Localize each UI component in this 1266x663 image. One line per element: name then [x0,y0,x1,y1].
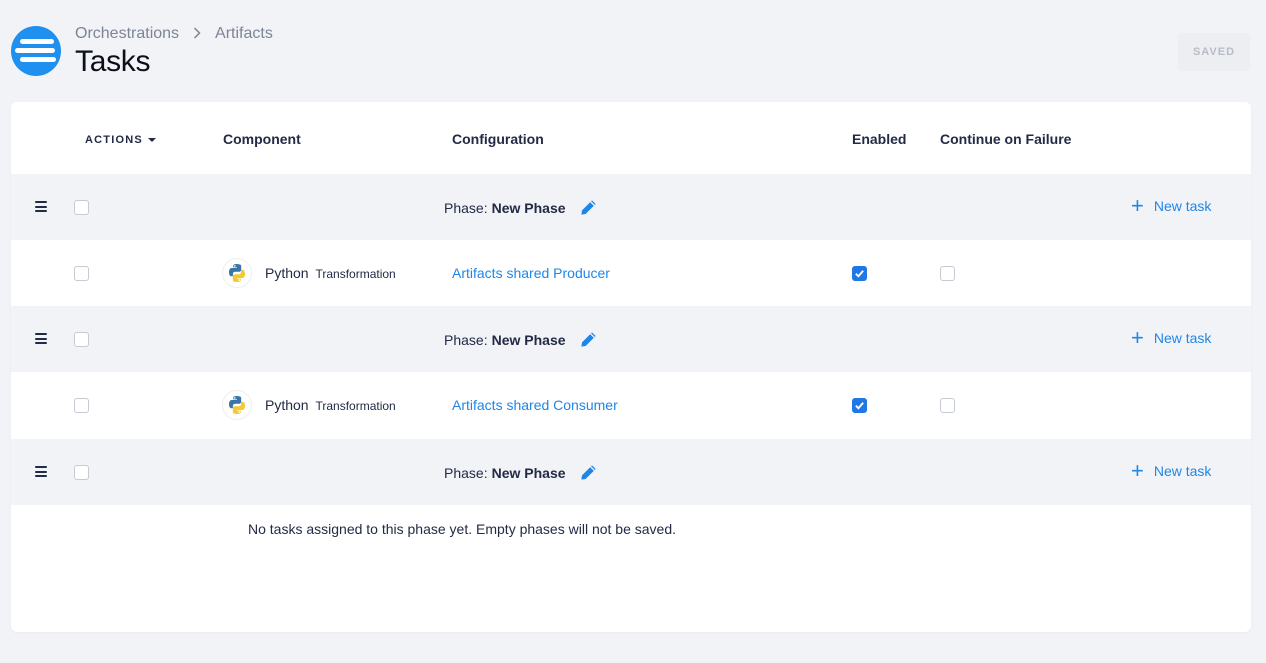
enabled-checkbox[interactable] [852,398,867,413]
page-header: Orchestrations Artifacts Tasks SAVED [0,0,1266,100]
component-type: Transformation [315,399,396,413]
actions-label: ACTIONS [85,134,143,146]
breadcrumb: Orchestrations Artifacts [75,25,273,43]
new-task-label: New task [1153,198,1212,214]
column-component: Component [223,131,301,147]
phase-row: Phase: New Phase + New task [11,174,1251,240]
table-header: ACTIONS Component Configuration Enabled … [11,102,1251,174]
component-title: Python [265,397,309,413]
caret-down-icon [147,138,156,142]
plus-icon: + [1131,458,1144,483]
enabled-checkbox[interactable] [852,266,867,281]
column-continue-on-failure: Continue on Failure [940,131,1072,147]
component-title: Python [265,265,309,281]
plus-icon: + [1131,193,1144,218]
checkmark-icon [855,402,864,410]
saved-button[interactable]: SAVED [1178,33,1250,71]
phase-prefix: Phase: [444,199,488,216]
configuration-link[interactable]: Artifacts shared Producer [452,265,610,281]
continue-on-failure-checkbox[interactable] [940,266,955,281]
new-task-button[interactable]: + New task [1131,325,1212,350]
component-name: Python Transformation [265,397,396,413]
task-select-checkbox[interactable] [74,398,89,413]
tasks-table-card: ACTIONS Component Configuration Enabled … [11,102,1251,632]
continue-on-failure-checkbox[interactable] [940,398,955,413]
task-row: Python Transformation Artifacts shared C… [11,372,1251,438]
phase-label: Phase: New Phase [444,464,597,481]
drag-handle-icon[interactable] [35,201,47,212]
phase-name: New Phase [491,199,566,216]
configuration-link[interactable]: Artifacts shared Consumer [452,397,618,413]
phase-select-checkbox[interactable] [74,465,89,480]
phase-label: Phase: New Phase [444,199,597,216]
phase-label: Phase: New Phase [444,331,597,348]
new-task-label: New task [1153,463,1212,479]
keboola-logo-icon[interactable] [11,26,61,76]
python-icon [222,258,252,288]
column-configuration: Configuration [452,131,544,147]
phase-prefix: Phase: [444,464,488,481]
task-select-checkbox[interactable] [74,266,89,281]
pencil-icon[interactable] [580,199,597,216]
phase-name: New Phase [491,331,566,348]
phase-select-checkbox[interactable] [74,332,89,347]
drag-handle-icon[interactable] [35,466,47,477]
phase-row: Phase: New Phase + New task [11,306,1251,372]
breadcrumb-orchestrations[interactable]: Orchestrations [75,25,179,43]
actions-dropdown[interactable]: ACTIONS [85,134,156,146]
pencil-icon[interactable] [580,331,597,348]
component-type: Transformation [315,267,396,281]
breadcrumb-artifacts[interactable]: Artifacts [215,25,273,43]
phase-row: Phase: New Phase + New task [11,439,1251,505]
new-task-button[interactable]: + New task [1131,458,1212,483]
new-task-button[interactable]: + New task [1131,193,1212,218]
component-name: Python Transformation [265,265,396,281]
checkmark-icon [855,270,864,278]
chevron-right-icon [193,26,201,43]
phase-select-checkbox[interactable] [74,200,89,215]
phase-name: New Phase [491,464,566,481]
task-row: Python Transformation Artifacts shared P… [11,240,1251,306]
pencil-icon[interactable] [580,464,597,481]
page-title: Tasks [75,45,151,78]
drag-handle-icon[interactable] [35,333,47,344]
empty-phase-message: No tasks assigned to this phase yet. Emp… [248,521,677,537]
python-icon [222,390,252,420]
phase-prefix: Phase: [444,331,488,348]
new-task-label: New task [1153,330,1212,346]
column-enabled: Enabled [852,131,907,147]
plus-icon: + [1131,325,1144,350]
